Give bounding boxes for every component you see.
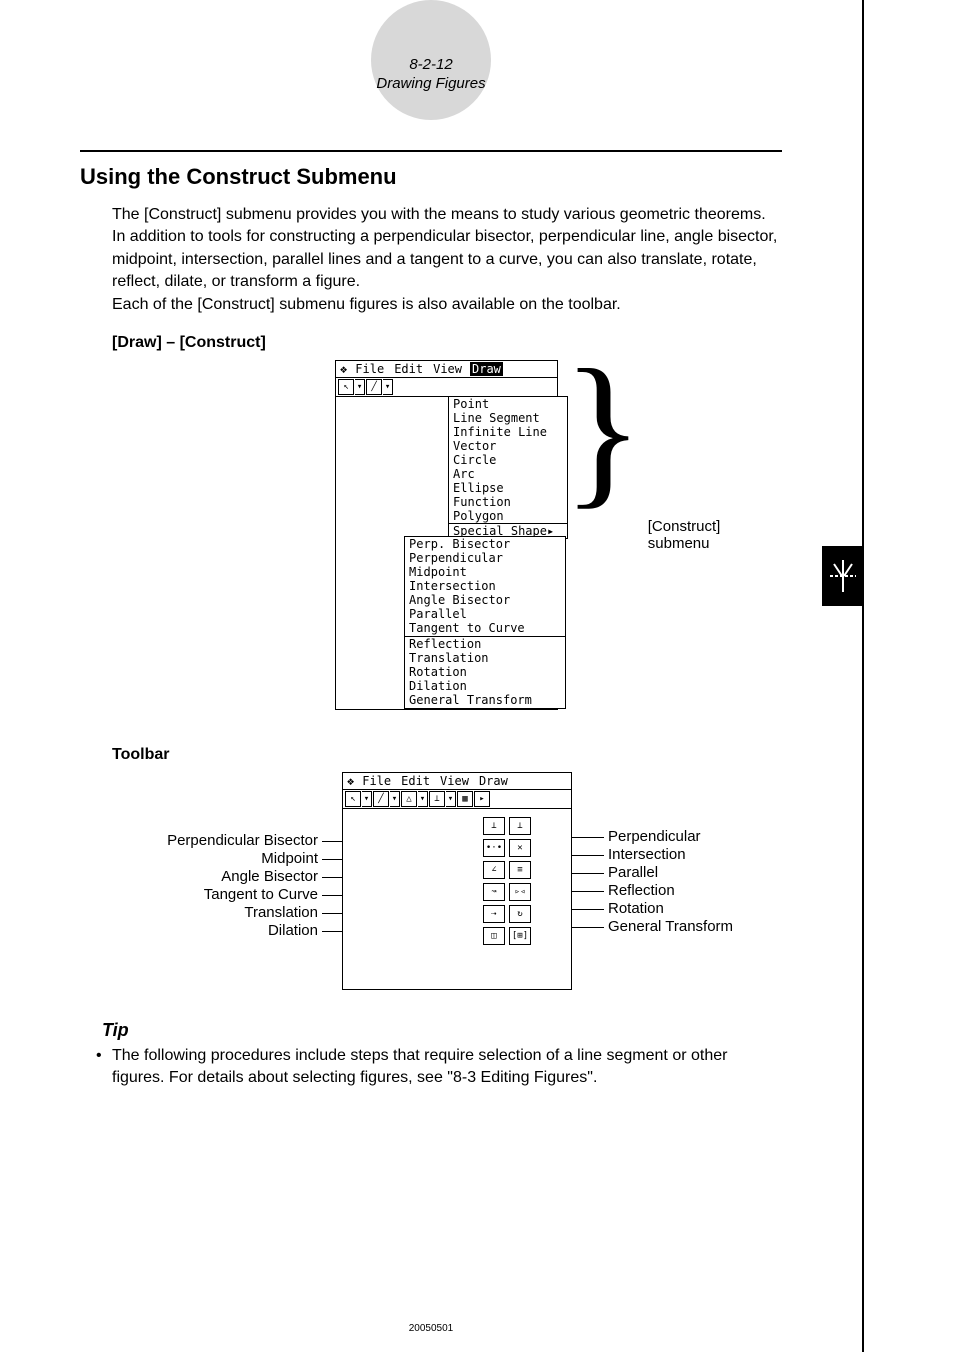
perp-bisector-icon: ⊥ — [483, 817, 505, 835]
label-intersection: Intersection — [604, 846, 733, 864]
general-transform-icon: [⊞] — [509, 927, 531, 945]
brace-icon: } — [562, 344, 644, 514]
calculator-screenshot-toolbar: ❖ File Edit View Draw ↖ ▾ ╱ ▾ △ ▾ ⊥ ▾ ▦ … — [342, 772, 572, 990]
footer-code: 20050501 — [0, 1323, 862, 1334]
toolbar-grid-icon: ▦ — [457, 791, 473, 807]
rotation-icon: ↻ — [509, 905, 531, 923]
toolbar-dropdown-icon: ▾ — [418, 791, 428, 807]
menuitem-vector: Vector — [449, 439, 567, 453]
intersection-icon: ✕ — [509, 839, 531, 857]
menu-draw: Draw — [477, 774, 510, 788]
dilation-icon: ◫ — [483, 927, 505, 945]
menuitem-ellipse: Ellipse — [449, 481, 567, 495]
menu-edit: Edit — [399, 774, 432, 788]
app-icon: ❖ — [340, 362, 347, 376]
label-rotation: Rotation — [604, 900, 733, 918]
toolbar-right-icon: ▸ — [474, 791, 490, 807]
menuitem-point: Point — [449, 397, 567, 411]
submenu-parallel: Parallel — [409, 607, 561, 621]
calc-menubar: ❖ File Edit View Draw — [336, 361, 557, 378]
toolbar-icon-palette: ⊥ ⟂ •·• ✕ ∠ ≡ ↝ ▹◃ — [483, 817, 531, 945]
submenu-translation: Translation — [409, 651, 561, 665]
label-perpendicular: Perpendicular — [604, 828, 733, 846]
menuitem-infiniteline: Infinite Line — [449, 425, 567, 439]
toolbar-dropdown-icon: ▾ — [383, 379, 393, 395]
draw-construct-heading: [Draw] – [Construct] — [112, 334, 862, 352]
submenu-intersection: Intersection — [409, 579, 561, 593]
toolbar-line-icon: ╱ — [366, 379, 382, 395]
submenu-dilation: Dilation — [409, 679, 561, 693]
divider — [80, 150, 782, 152]
menu-file: File — [360, 774, 393, 788]
calculator-screenshot-menu: ❖ File Edit View Draw ↖ ▾ ╱ ▾ Point Line… — [335, 360, 558, 710]
calc-toolbar: ↖ ▾ ╱ ▾ — [336, 378, 557, 397]
toolbar-right-labels: Perpendicular Intersection Parallel Refl… — [604, 828, 733, 936]
submenu-anglebisector: Angle Bisector — [409, 593, 561, 607]
tangent-icon: ↝ — [483, 883, 505, 901]
label-midpoint: Midpoint — [112, 850, 322, 868]
midpoint-icon: •·• — [483, 839, 505, 857]
calc-toolbar: ↖ ▾ ╱ ▾ △ ▾ ⊥ ▾ ▦ ▸ — [343, 790, 571, 809]
app-icon: ❖ — [347, 774, 354, 788]
label-general-transform: General Transform — [604, 918, 733, 936]
label-dilation: Dilation — [112, 922, 322, 940]
toolbar-arrow-icon: ↖ — [338, 379, 354, 395]
submenu-rotation: Rotation — [409, 665, 561, 679]
menuitem-function: Function — [449, 495, 567, 509]
side-tab-icon — [822, 546, 864, 606]
toolbar-line-icon: ╱ — [373, 791, 389, 807]
reflection-icon: ▹◃ — [509, 883, 531, 901]
menuitem-arc: Arc — [449, 467, 567, 481]
toolbar-left-labels: Perpendicular Bisector Midpoint Angle Bi… — [112, 832, 322, 940]
label-parallel: Parallel — [604, 864, 733, 882]
angle-bisector-icon: ∠ — [483, 861, 505, 879]
menuitem-linesegment: Line Segment — [449, 411, 567, 425]
menu-view: View — [438, 774, 471, 788]
bullet-icon: • — [96, 1045, 112, 1067]
section-title: Using the Construct Submenu — [80, 164, 862, 190]
construct-submenu: Perp. Bisector Perpendicular Midpoint In… — [404, 536, 566, 709]
label-perpendicular-bisector: Perpendicular Bisector — [112, 832, 322, 850]
label-reflection: Reflection — [604, 882, 733, 900]
toolbar-dropdown-icon: ▾ — [355, 379, 365, 395]
perpendicular-icon: ⟂ — [509, 817, 531, 835]
toolbar-triangle-icon: △ — [401, 791, 417, 807]
document-page: 8-2-12 Drawing Figures Using the Constru… — [0, 0, 864, 1352]
submenu-perpbisector: Perp. Bisector — [409, 537, 561, 551]
construct-submenu-label: [Construct] submenu — [648, 518, 782, 552]
tip-body: •The following procedures include steps … — [112, 1045, 782, 1090]
toolbar-arrow-icon: ↖ — [345, 791, 361, 807]
page-header-badge: 8-2-12 Drawing Figures — [371, 0, 491, 120]
tip-heading: Tip — [102, 1020, 862, 1041]
label-angle-bisector: Angle Bisector — [112, 868, 322, 886]
menu-file: File — [353, 362, 386, 376]
toolbar-dropdown-icon: ▾ — [362, 791, 372, 807]
section-name: Drawing Figures — [376, 74, 485, 94]
submenu-reflection: Reflection — [409, 637, 561, 651]
toolbar-perp-icon: ⊥ — [429, 791, 445, 807]
paragraph: The [Construct] submenu provides you wit… — [112, 204, 782, 294]
calc-menubar: ❖ File Edit View Draw — [343, 773, 571, 790]
label-translation: Translation — [112, 904, 322, 922]
submenu-generaltrans: General Transform — [409, 693, 561, 707]
menu-draw: Draw — [470, 362, 503, 376]
page-number: 8-2-12 — [409, 55, 452, 75]
submenu-tangent: Tangent to Curve — [409, 621, 561, 635]
parallel-icon: ≡ — [509, 861, 531, 879]
translation-icon: ⇢ — [483, 905, 505, 923]
menu-view: View — [431, 362, 464, 376]
menuitem-circle: Circle — [449, 453, 567, 467]
toolbar-heading: Toolbar — [112, 746, 862, 764]
menu-edit: Edit — [392, 362, 425, 376]
submenu-perpendicular: Perpendicular — [409, 551, 561, 565]
submenu-midpoint: Midpoint — [409, 565, 561, 579]
draw-menu: Point Line Segment Infinite Line Vector … — [448, 396, 568, 539]
toolbar-dropdown-icon: ▾ — [446, 791, 456, 807]
toolbar-dropdown-icon: ▾ — [390, 791, 400, 807]
tip-text: The following procedures include steps t… — [112, 1047, 727, 1086]
label-tangent-curve: Tangent to Curve — [112, 886, 322, 904]
menuitem-polygon: Polygon — [449, 509, 567, 523]
paragraph: Each of the [Construct] submenu figures … — [112, 294, 782, 316]
